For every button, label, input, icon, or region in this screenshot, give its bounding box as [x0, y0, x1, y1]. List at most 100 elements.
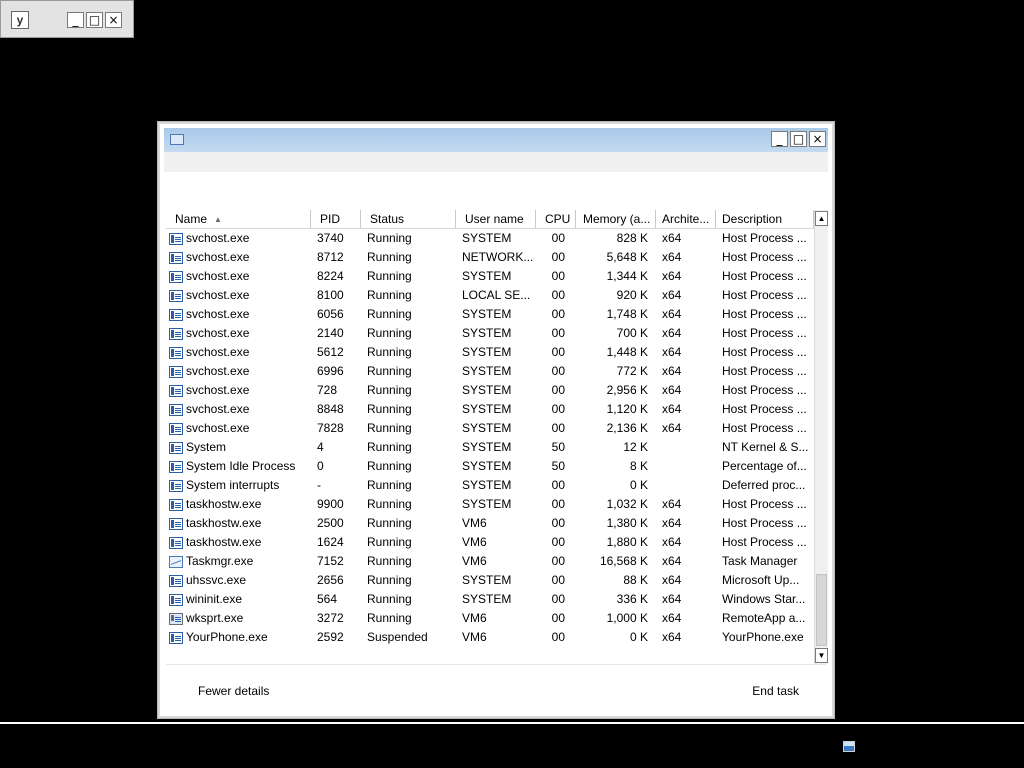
column-header-status[interactable]: Status — [361, 210, 456, 228]
table-row[interactable]: taskhostw.exe 1624 Running VM6 00 1,880 K x64 H… — [166, 533, 814, 552]
process-name-cell: taskhostw.exe — [169, 495, 309, 514]
process-name-cell: taskhostw.exe — [169, 533, 309, 552]
status-cell: Running — [367, 459, 412, 473]
mini-minimize-button[interactable]: _ — [67, 12, 84, 28]
user-name-cell: SYSTEM — [462, 497, 512, 511]
table-row[interactable]: wksprt.exe 3272 Running VM6 00 1,000 K x64 Remo… — [166, 609, 814, 628]
memory-cell: 0 K — [629, 630, 648, 644]
column-header-pid[interactable]: PID — [311, 210, 361, 228]
pid-cell: 6056 — [317, 307, 344, 321]
architecture-cell: x64 — [662, 288, 682, 302]
memory-cell: 5,648 K — [606, 250, 648, 264]
table-row[interactable]: Taskmgr.exe 7152 Running VM6 00 16,568 K x64 Ta… — [166, 552, 814, 571]
tray-window-icon[interactable] — [843, 741, 855, 752]
mini-window[interactable]: y _ □ × — [0, 0, 134, 38]
column-header-architecture[interactable]: Archite... — [656, 210, 716, 228]
cpu-cell: 00 — [551, 592, 565, 606]
description-cell: Host Process ... — [722, 345, 807, 359]
column-header-name[interactable]: Name ▲ — [166, 210, 311, 228]
process-name-cell: svchost.exe — [169, 381, 309, 400]
process-name-cell: taskhostw.exe — [169, 514, 309, 533]
description-cell: Host Process ... — [722, 250, 807, 264]
user-name-cell: SYSTEM — [462, 269, 512, 283]
cpu-cell: 00 — [551, 364, 565, 378]
table-row[interactable]: svchost.exe 728 Running SYSTEM 00 2,956 K x64 H… — [166, 381, 814, 400]
process-name: svchost.exe — [186, 231, 250, 245]
table-row[interactable]: System Idle Process 0 Running SYSTEM 50 8 K Pe… — [166, 457, 814, 476]
user-name-cell: VM6 — [462, 516, 487, 530]
maximize-button[interactable]: □ — [790, 131, 807, 147]
user-name-cell: SYSTEM — [462, 231, 512, 245]
status-cell: Running — [367, 345, 412, 359]
table-row[interactable]: svchost.exe 8100 Running LOCAL SE... 00 920 K… — [166, 286, 814, 305]
memory-cell: 1,380 K — [606, 516, 648, 530]
mini-maximize-button[interactable]: □ — [86, 12, 103, 28]
cpu-cell: 00 — [551, 250, 565, 264]
table-row[interactable]: svchost.exe 2140 Running SYSTEM 00 700 K x64 Ho… — [166, 324, 814, 343]
mini-close-button[interactable]: × — [105, 12, 122, 28]
column-label: Name — [175, 212, 208, 226]
scroll-up-button[interactable]: ▲ — [815, 211, 828, 226]
table-row[interactable]: System 4 Running SYSTEM 50 12 K NT Kernel & S.… — [166, 438, 814, 457]
end-task-button[interactable]: End task — [752, 684, 799, 698]
status-cell: Running — [367, 554, 412, 568]
table-row[interactable]: svchost.exe 8224 Running SYSTEM 00 1,344 K x64… — [166, 267, 814, 286]
process-name: uhssvc.exe — [186, 573, 247, 587]
memory-cell: 828 K — [616, 231, 648, 245]
status-cell: Running — [367, 364, 412, 378]
close-button[interactable]: × — [809, 131, 826, 147]
table-row[interactable]: svchost.exe 6056 Running SYSTEM 00 1,748 K x64… — [166, 305, 814, 324]
description-cell: Host Process ... — [722, 231, 807, 245]
column-header-memory[interactable]: Memory (a... — [576, 210, 656, 228]
table-row[interactable]: System interrupts - Running SYSTEM 00 0 K Defe… — [166, 476, 814, 495]
sort-ascending-icon: ▲ — [214, 215, 222, 224]
user-name-cell: SYSTEM — [462, 421, 512, 435]
process-name: YourPhone.exe — [186, 630, 268, 644]
pid-cell: 2592 — [317, 630, 344, 644]
table-row[interactable]: taskhostw.exe 9900 Running SYSTEM 00 1,032 K x… — [166, 495, 814, 514]
table-row[interactable]: YourPhone.exe 2592 Suspended VM6 00 0 K x64 You… — [166, 628, 814, 647]
status-cell: Running — [367, 288, 412, 302]
pid-cell: 2140 — [317, 326, 344, 340]
memory-cell: 16,568 K — [599, 554, 648, 568]
column-header-description[interactable]: Description — [716, 210, 814, 228]
table-row[interactable]: wininit.exe 564 Running SYSTEM 00 336 K x64 Win… — [166, 590, 814, 609]
process-icon — [169, 536, 183, 549]
process-icon — [169, 441, 183, 454]
column-header-user-name[interactable]: User name — [456, 210, 536, 228]
cpu-cell: 00 — [551, 326, 565, 340]
minimize-button[interactable]: _ — [771, 131, 788, 147]
table-row[interactable]: svchost.exe 5612 Running SYSTEM 00 1,448 K x64… — [166, 343, 814, 362]
cpu-cell: 00 — [551, 516, 565, 530]
process-name: svchost.exe — [186, 269, 250, 283]
user-name-cell: SYSTEM — [462, 307, 512, 321]
process-name-cell: System interrupts — [169, 476, 309, 495]
pid-cell: 8848 — [317, 402, 344, 416]
status-cell: Suspended — [367, 630, 428, 644]
memory-cell: 8 K — [629, 459, 648, 473]
scroll-down-button[interactable]: ▼ — [815, 648, 828, 663]
process-name: System interrupts — [186, 478, 280, 492]
pid-cell: 1624 — [317, 535, 344, 549]
table-row[interactable]: uhssvc.exe 2656 Running SYSTEM 00 88 K x64 Micr… — [166, 571, 814, 590]
fewer-details-button[interactable]: Fewer details — [198, 684, 269, 698]
column-header-cpu[interactable]: CPU — [536, 210, 576, 228]
table-row[interactable]: svchost.exe 3740 Running SYSTEM 00 828 K x64 Ho… — [166, 229, 814, 248]
architecture-cell: x64 — [662, 345, 682, 359]
table-row[interactable]: svchost.exe 6996 Running SYSTEM 00 772 K x64 Ho… — [166, 362, 814, 381]
table-row[interactable]: taskhostw.exe 2500 Running VM6 00 1,380 K x64 H… — [166, 514, 814, 533]
pid-cell: 4 — [317, 440, 324, 454]
user-name-cell: SYSTEM — [462, 592, 512, 606]
table-row[interactable]: svchost.exe 7828 Running SYSTEM 00 2,136 K x64… — [166, 419, 814, 438]
vertical-scrollbar[interactable]: ▲ ▼ — [814, 210, 828, 664]
process-name-cell: svchost.exe — [169, 362, 309, 381]
process-icon — [169, 593, 183, 606]
description-cell: Host Process ... — [722, 326, 807, 340]
scroll-thumb[interactable] — [816, 574, 827, 646]
title-bar[interactable]: _ □ × — [164, 128, 828, 152]
table-row[interactable]: svchost.exe 8712 Running NETWORK... 00 5,648 … — [166, 248, 814, 267]
process-name: taskhostw.exe — [186, 516, 262, 530]
cpu-cell: 00 — [551, 307, 565, 321]
table-row[interactable]: svchost.exe 8848 Running SYSTEM 00 1,120 K x64… — [166, 400, 814, 419]
pid-cell: 5612 — [317, 345, 344, 359]
